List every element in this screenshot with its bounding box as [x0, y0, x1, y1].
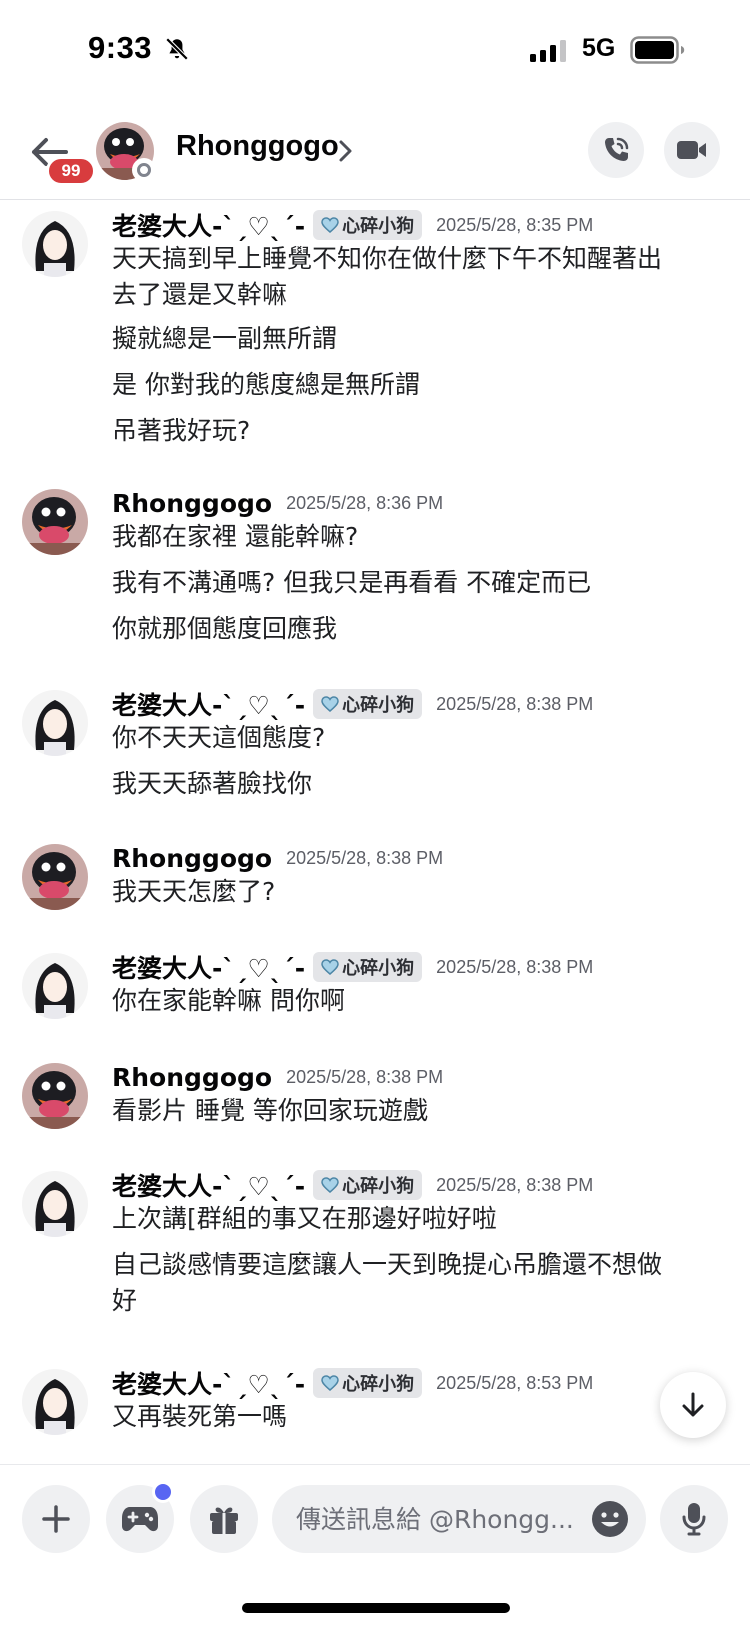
message-text[interactable]: 我天天怎麼了? [112, 874, 732, 910]
author-name[interactable]: 老婆大人-ˋˏ♡ˎˊ- [112, 686, 305, 722]
timestamp: 2025/5/28, 8:35 PM [436, 214, 594, 235]
message-input[interactable] [296, 1485, 578, 1553]
heart-icon [321, 1177, 339, 1193]
chevron-right-icon[interactable] [338, 138, 354, 164]
message-text[interactable]: 你就那個態度回應我 [112, 611, 732, 647]
timestamp: 2025/5/28, 8:38 PM [436, 1174, 594, 1195]
author-name[interactable]: 老婆大人-ˋˏ♡ˎˊ- [112, 949, 305, 985]
status-bar: 9:33 5G [0, 0, 750, 100]
timestamp: 2025/5/28, 8:38 PM [436, 693, 594, 714]
author-name[interactable]: 老婆大人-ˋˏ♡ˎˊ- [112, 1365, 305, 1401]
timestamp: 2025/5/28, 8:38 PM [286, 847, 444, 868]
message-header: Rhonggogo 2025/5/28, 8:38 PM [112, 1057, 443, 1097]
message-header: 老婆大人-ˋˏ♡ˎˊ- 心碎小狗 2025/5/28, 8:38 PM [112, 684, 593, 724]
message-header: 老婆大人-ˋˏ♡ˎˊ- 心碎小狗 2025/5/28, 8:35 PM [112, 205, 593, 245]
microphone-icon [682, 1503, 706, 1536]
heart-icon [321, 217, 339, 233]
role-label: 心碎小狗 [342, 216, 415, 237]
jump-to-latest-button[interactable] [660, 1372, 726, 1438]
header-username[interactable]: Rhonggogo [176, 130, 339, 163]
voice-message-button[interactable] [660, 1485, 728, 1553]
plus-icon [42, 1505, 70, 1533]
avatar[interactable] [22, 1171, 88, 1237]
heart-icon [321, 1375, 339, 1391]
home-indicator [242, 1603, 510, 1613]
video-call-button[interactable] [664, 122, 720, 178]
message-composer [0, 1464, 750, 1626]
signal-icon [530, 40, 566, 62]
message-header: 老婆大人-ˋˏ♡ˎˊ- 心碎小狗 2025/5/28, 8:38 PM [112, 947, 593, 987]
role-tag[interactable]: 心碎小狗 [313, 952, 423, 982]
message-text[interactable]: 自己談感情要這麼讓人一天到晚提心吊膽還不想做 [112, 1247, 732, 1283]
battery-icon [630, 36, 685, 64]
status-time: 9:33 [88, 30, 153, 65]
message-text[interactable]: 我有不溝通嗎? 但我只是再看看 不確定而已 [112, 565, 732, 601]
dm-header: 99 Rhonggogo [0, 110, 750, 200]
attach-button[interactable] [22, 1485, 90, 1553]
role-label: 心碎小狗 [342, 1374, 415, 1395]
message-header: 老婆大人-ˋˏ♡ˎˊ- 心碎小狗 2025/5/28, 8:38 PM [112, 1165, 593, 1205]
message-text[interactable]: 你不天天這個態度? [112, 720, 732, 756]
gift-button[interactable] [190, 1485, 258, 1553]
gift-icon [210, 1507, 238, 1534]
phone-call-icon [605, 137, 629, 161]
author-name[interactable]: Rhonggogo [112, 489, 272, 518]
timestamp: 2025/5/28, 8:36 PM [286, 492, 444, 513]
role-label: 心碎小狗 [342, 695, 415, 716]
voice-call-button[interactable] [588, 122, 644, 178]
message-header: Rhonggogo 2025/5/28, 8:36 PM [112, 483, 443, 523]
message-text[interactable]: 我都在家裡 還能幹嘛? [112, 519, 732, 555]
message-text[interactable]: 看影片 睡覺 等你回家玩遊戲 [112, 1093, 732, 1129]
message-text[interactable]: 上次講[群組的事又在那邊好啦好啦 [112, 1201, 732, 1237]
message-text[interactable]: 是 你對我的態度總是無所謂 [112, 367, 732, 403]
message-text[interactable]: 吊著我好玩? [112, 413, 732, 449]
author-name[interactable]: 老婆大人-ˋˏ♡ˎˊ- [112, 1167, 305, 1203]
message-text[interactable]: 我天天舔著臉找你 [112, 766, 732, 802]
role-tag[interactable]: 心碎小狗 [313, 210, 423, 240]
avatar[interactable] [22, 211, 88, 277]
message-input-container[interactable] [272, 1485, 646, 1553]
role-label: 心碎小狗 [342, 958, 415, 979]
message-text[interactable]: 又再裝死第一嗎 [112, 1399, 732, 1435]
message-text[interactable]: 你在家能幹嘛 問你啊 [112, 983, 732, 1019]
timestamp: 2025/5/28, 8:38 PM [436, 956, 594, 977]
author-name[interactable]: 老婆大人-ˋˏ♡ˎˊ- [112, 207, 305, 243]
avatar[interactable] [22, 953, 88, 1019]
emoji-icon[interactable] [590, 1499, 630, 1539]
network-label: 5G [582, 34, 616, 62]
timestamp: 2025/5/28, 8:53 PM [436, 1372, 594, 1393]
role-label: 心碎小狗 [342, 1176, 415, 1197]
message-text[interactable]: 天天搞到早上睡覺不知你在做什麼下午不知醒著出 [112, 241, 732, 277]
avatar[interactable] [22, 690, 88, 756]
message-list[interactable]: 老婆大人-ˋˏ♡ˎˊ- 心碎小狗 2025/5/28, 8:35 PM 天天搞到… [0, 201, 750, 1463]
message-header: 老婆大人-ˋˏ♡ˎˊ- 心碎小狗 2025/5/28, 8:53 PM [112, 1363, 593, 1403]
avatar[interactable] [22, 1369, 88, 1435]
heart-icon [321, 959, 339, 975]
role-tag[interactable]: 心碎小狗 [313, 1170, 423, 1200]
unread-badge: 99 [46, 156, 96, 186]
heart-icon [321, 696, 339, 712]
notification-dot [152, 1481, 174, 1503]
mute-bell-icon [165, 37, 189, 61]
timestamp: 2025/5/28, 8:38 PM [286, 1066, 444, 1087]
avatar[interactable] [22, 489, 88, 555]
message-text[interactable]: 去了還是又幹嘛 [112, 277, 732, 313]
status-indicator [132, 158, 156, 182]
avatar[interactable] [22, 844, 88, 910]
arrow-down-icon [682, 1392, 704, 1417]
message-text[interactable]: 擬就總是一副無所謂 [112, 321, 732, 357]
video-camera-icon [677, 141, 706, 159]
gamepad-icon [122, 1507, 158, 1532]
message-header: Rhonggogo 2025/5/28, 8:38 PM [112, 838, 443, 878]
author-name[interactable]: Rhonggogo [112, 1063, 272, 1092]
role-tag[interactable]: 心碎小狗 [313, 1368, 423, 1398]
avatar[interactable] [22, 1063, 88, 1129]
role-tag[interactable]: 心碎小狗 [313, 689, 423, 719]
author-name[interactable]: Rhonggogo [112, 844, 272, 873]
message-text[interactable]: 好 [112, 1283, 732, 1319]
